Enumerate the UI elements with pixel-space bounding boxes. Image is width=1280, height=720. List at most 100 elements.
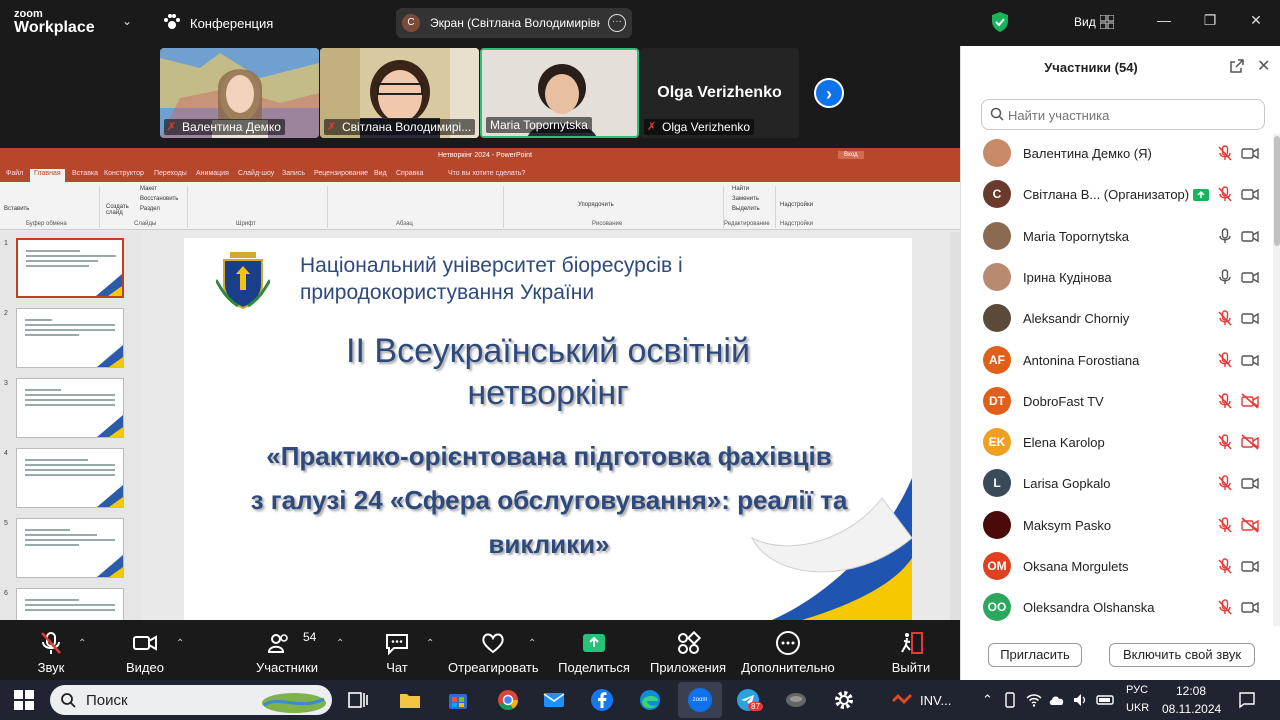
panel-scrollbar[interactable]: [1273, 134, 1280, 626]
minimize-icon[interactable]: —: [1154, 12, 1174, 32]
participant-row[interactable]: Валентина Демко (Я): [961, 134, 1273, 175]
mic-muted-icon[interactable]: [1217, 599, 1233, 615]
clock-date[interactable]: 08.11.2024: [1162, 702, 1221, 716]
participant-row[interactable]: Ірина Кудінова: [961, 258, 1273, 299]
tray-chevron-icon[interactable]: ⌃: [982, 692, 993, 708]
search-input[interactable]: [1008, 105, 1258, 125]
tray-cloud-icon[interactable]: [1048, 693, 1066, 707]
react-caret-icon[interactable]: ⌃: [528, 638, 536, 649]
participant-row[interactable]: С Світлана В... (Организатор): [961, 175, 1273, 216]
mail-icon[interactable]: [542, 688, 566, 712]
unmute-self-button[interactable]: Включить свой звук: [1109, 643, 1255, 667]
pop-out-icon[interactable]: [1229, 58, 1245, 74]
mic-muted-icon[interactable]: [1217, 434, 1233, 450]
slide-thumb[interactable]: [16, 588, 124, 620]
slide-scrollbar[interactable]: [950, 232, 960, 620]
camera-off-icon[interactable]: [1241, 393, 1259, 409]
chat-caret-icon[interactable]: ⌃: [426, 638, 434, 649]
ppt-login-button[interactable]: Вход: [838, 151, 864, 159]
apps-button[interactable]: Приложения: [648, 620, 728, 680]
more-button[interactable]: Дополнительно: [740, 620, 836, 680]
keyboard-layout-indicator[interactable]: UKR: [1126, 702, 1149, 714]
notification-icon[interactable]: [1238, 691, 1256, 709]
mic-icon[interactable]: [1217, 227, 1233, 244]
close-icon[interactable]: ✕: [1246, 12, 1266, 32]
camera-off-icon[interactable]: [1241, 517, 1259, 533]
ppt-tab[interactable]: Запись: [282, 170, 305, 177]
ppt-tell-me[interactable]: Что вы хотите сделать?: [448, 170, 525, 177]
participant-row[interactable]: EK Elena Karolop: [961, 423, 1273, 464]
language-indicator[interactable]: РУС: [1126, 684, 1148, 696]
restore-icon[interactable]: ❐: [1200, 12, 1220, 32]
ribbon-section[interactable]: Раздел: [140, 206, 160, 212]
camera-icon[interactable]: [1241, 228, 1259, 244]
ppt-tab[interactable]: Анимация: [196, 170, 229, 177]
share-button[interactable]: Поделиться: [556, 620, 632, 680]
chevron-down-icon[interactable]: ⌄: [122, 14, 132, 28]
ppt-tab[interactable]: Слайд-шоу: [238, 170, 274, 177]
participant-row[interactable]: OO Oleksandra Olshanska: [961, 588, 1273, 626]
slide-thumb[interactable]: [16, 518, 124, 578]
meeting-label[interactable]: Конференция: [190, 16, 273, 31]
participant-row[interactable]: Maria Topornytska: [961, 217, 1273, 258]
screen-share-pill[interactable]: С Экран (Світлана Володимирівна ···: [396, 8, 632, 38]
mic-muted-icon[interactable]: [1217, 351, 1233, 368]
camera-icon[interactable]: [1241, 145, 1259, 161]
participant-row[interactable]: Maksym Pasko: [961, 506, 1273, 547]
video-button[interactable]: Видео: [116, 620, 174, 680]
slide-thumb[interactable]: [16, 448, 124, 508]
invite-button[interactable]: Пригласить: [988, 643, 1082, 667]
video-options-caret-icon[interactable]: ⌃: [176, 638, 184, 649]
ribbon-select[interactable]: Выделить: [732, 206, 760, 212]
ribbon-paste[interactable]: Вставить: [4, 206, 29, 212]
slide-thumb[interactable]: [16, 378, 124, 438]
audio-options-caret-icon[interactable]: ⌃: [78, 638, 86, 649]
participant-row[interactable]: Aleksandr Chorniy: [961, 299, 1273, 340]
ribbon-reset[interactable]: Восстановить: [140, 196, 178, 202]
ppt-tab[interactable]: Переходы: [154, 170, 187, 177]
edge-icon[interactable]: [638, 688, 662, 712]
ribbon-addins[interactable]: Надстройки: [780, 202, 813, 208]
participant-row[interactable]: OM Oksana Morgulets: [961, 547, 1273, 588]
ribbon-find[interactable]: Найти: [732, 186, 749, 192]
participants-button[interactable]: 54 Участники: [252, 620, 322, 680]
mic-muted-icon[interactable]: [1217, 516, 1233, 533]
camera-icon[interactable]: [1241, 558, 1259, 574]
ppt-tab[interactable]: Рецензирование: [314, 170, 368, 177]
participant-row[interactable]: L Larisa Gopkalo: [961, 464, 1273, 505]
video-tile[interactable]: ✗ Валентина Демко: [160, 48, 319, 138]
camera-icon[interactable]: [1241, 186, 1259, 202]
ppt-tab[interactable]: Вставка: [72, 170, 98, 177]
pdf-app-icon[interactable]: [890, 688, 914, 712]
ribbon-new-slide[interactable]: Создать слайд: [106, 204, 129, 216]
ribbon-replace[interactable]: Заменить: [732, 196, 759, 202]
file-explorer-icon[interactable]: [398, 688, 422, 712]
mute-button[interactable]: Звук: [22, 620, 80, 680]
settings-icon[interactable]: [832, 688, 856, 712]
camera-off-icon[interactable]: [1241, 434, 1259, 450]
video-tile[interactable]: ✗ Світлана Володимирі...: [320, 48, 479, 138]
video-tile-active-speaker[interactable]: Maria Topornytska: [480, 48, 639, 138]
tray-wifi-icon[interactable]: [1026, 692, 1042, 708]
windows-start-icon[interactable]: [12, 688, 36, 712]
chat-button[interactable]: Чат: [370, 620, 424, 680]
ppt-tab[interactable]: Вид: [374, 170, 387, 177]
taskbar-app-label[interactable]: INV...: [920, 693, 951, 708]
camera-icon[interactable]: [1241, 599, 1259, 615]
facebook-icon[interactable]: [590, 688, 614, 712]
slide-thumb-selected[interactable]: [16, 238, 124, 298]
ppt-tab[interactable]: Конструктор: [104, 170, 144, 177]
mic-muted-icon[interactable]: [1217, 186, 1233, 202]
mic-muted-icon[interactable]: [1217, 558, 1233, 574]
chrome-icon[interactable]: [496, 688, 520, 712]
ppt-tab-active[interactable]: Главная: [30, 169, 65, 182]
mic-muted-icon[interactable]: [1217, 310, 1233, 326]
camera-icon[interactable]: [1241, 475, 1259, 491]
taskbar-search[interactable]: Поиск: [50, 685, 332, 715]
mic-muted-icon[interactable]: [1217, 475, 1233, 491]
ribbon-layout[interactable]: Макет: [140, 186, 157, 192]
participant-search[interactable]: [981, 99, 1265, 130]
grid-icon[interactable]: [1100, 15, 1114, 29]
slide-thumb[interactable]: [16, 308, 124, 368]
camera-icon[interactable]: [1241, 310, 1259, 326]
